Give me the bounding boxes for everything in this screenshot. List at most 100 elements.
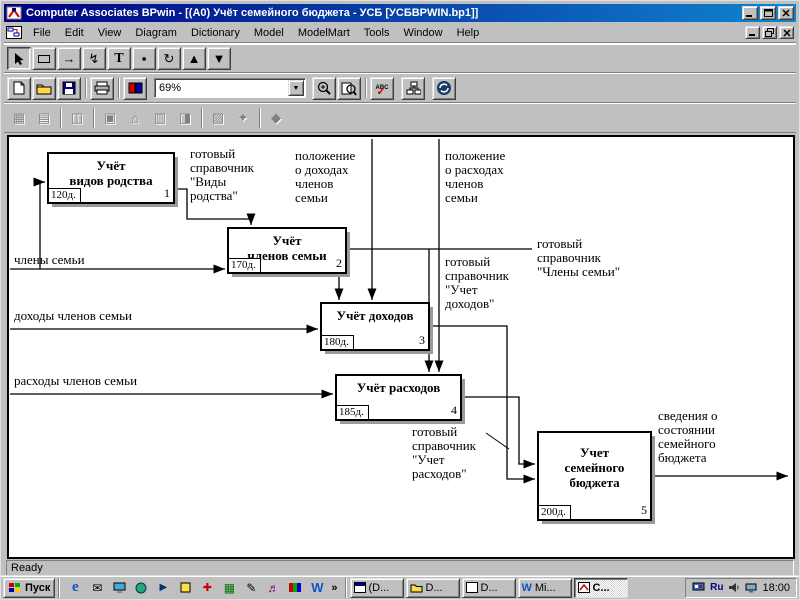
menu-bar: File Edit View Diagram Dictionary Model … [4, 23, 796, 43]
menu-edit[interactable]: Edit [58, 24, 91, 42]
quicklaunch-desktop-icon[interactable] [109, 578, 129, 597]
modelmart-tool-icon-7: ◨ [178, 110, 192, 125]
sync-arrows-icon [437, 81, 451, 95]
window-title: Computer Associates BPwin - [(A0) Учёт с… [26, 7, 479, 19]
activity-box-tool-button[interactable] [32, 47, 56, 70]
arrow-label-chleny-semyi[interactable]: члены семьи [14, 253, 85, 267]
task-button-2[interactable]: D... [405, 577, 460, 598]
activity-title: Учет семейного бюджета [564, 445, 625, 490]
menu-model[interactable]: Model [247, 24, 291, 42]
quicklaunch-paint-icon[interactable] [285, 578, 305, 597]
spell-check-icon: ABC ✓ [375, 85, 389, 98]
arrow-tool-button[interactable]: → [57, 47, 81, 70]
go-up-diagram-button[interactable]: ▲ [182, 47, 206, 70]
sync-model-button[interactable] [432, 76, 456, 100]
quicklaunch-plus-icon[interactable]: ✚ [197, 578, 217, 597]
dot-tool-button[interactable]: ▪ [132, 47, 156, 70]
pointer-icon [15, 52, 24, 65]
task-button-bpwin[interactable]: C... [573, 577, 628, 598]
activity-number: 4 [451, 403, 457, 417]
model-explorer-button[interactable] [401, 76, 425, 100]
arrow-label-spravochnik-rashody[interactable]: готовый справочник "Учет расходов" [412, 425, 476, 481]
window-maximize-button[interactable] [760, 6, 776, 20]
open-model-button[interactable] [32, 76, 56, 100]
application-window: Computer Associates BPwin - [(A0) Учёт с… [0, 0, 800, 600]
arrow-label-dohody[interactable]: доходы членов семьи [14, 309, 132, 323]
activity-box-2[interactable]: Учёт членов семьи 170д. 2 [227, 227, 347, 274]
quicklaunch-mail-icon[interactable]: ✉ [87, 578, 107, 597]
mdi-restore-button[interactable] [762, 26, 777, 39]
arrow-label-spravochnik-chleny[interactable]: готовый справочник "Члены семьи" [537, 237, 620, 279]
activity-box-4[interactable]: Учёт расходов 185д. 4 [335, 374, 462, 421]
report-button[interactable] [123, 76, 147, 100]
diagram-canvas[interactable]: Учёт видов родства 120д. 1 Учёт членов с… [7, 135, 795, 559]
language-indicator[interactable]: Ru [710, 582, 723, 593]
arrow-label-spravochnik-dohody[interactable]: готовый справочник "Учет доходов" [445, 255, 509, 311]
menu-view[interactable]: View [91, 24, 129, 42]
rotate-tool-button[interactable]: ↻ [157, 47, 181, 70]
taskbar-clock[interactable]: 18:00 [762, 582, 790, 594]
precedence-arrow-tool-button[interactable]: ↯ [82, 47, 106, 70]
go-down-diagram-button[interactable]: ▼ [207, 47, 231, 70]
save-model-button[interactable] [57, 76, 81, 100]
standard-toolbar: 69% ▼ ABC ✓ [4, 73, 796, 103]
dropdown-arrow-icon[interactable]: ▼ [288, 80, 304, 96]
start-button[interactable]: Пуск [3, 577, 56, 598]
activity-box-1[interactable]: Учёт видов родства 120д. 1 [47, 152, 175, 204]
windows-logo-icon [9, 582, 20, 592]
rotate-arrow-icon: ↻ [163, 50, 175, 66]
menu-tools[interactable]: Tools [357, 24, 397, 42]
new-model-button[interactable] [7, 76, 31, 100]
spell-check-button[interactable]: ABC ✓ [370, 76, 394, 100]
quick-launch-overflow-chevron[interactable]: » [329, 582, 339, 594]
zigzag-arrow-icon: ↯ [88, 50, 100, 66]
network-tray-icon[interactable] [692, 582, 705, 593]
arrow-label-polozhenie-rashody[interactable]: положение о расходах членов семьи [445, 149, 505, 205]
volume-icon[interactable] [728, 582, 740, 593]
magnifier-plus-icon [317, 81, 331, 95]
menu-dictionary[interactable]: Dictionary [184, 24, 247, 42]
window-close-button[interactable] [778, 6, 794, 20]
quicklaunch-ie-icon[interactable]: e [65, 578, 85, 597]
arrow-label-svedeniya[interactable]: сведения о состоянии семейного бюджета [658, 409, 717, 465]
arrow-label-vidy-rodstva[interactable]: готовый справочник "Виды родства" [190, 147, 254, 203]
activity-duration: 185д. [337, 405, 369, 419]
activity-box-5[interactable]: Учет семейного бюджета 200д. 5 [537, 431, 652, 521]
quicklaunch-media-icon[interactable]: ▶ [153, 578, 173, 597]
arrow-label-rashody[interactable]: расходы членов семьи [14, 374, 137, 388]
quicklaunch-sound-icon[interactable]: ♬ [263, 578, 283, 597]
quicklaunch-pencil-icon[interactable]: ✎ [241, 578, 261, 597]
menu-file[interactable]: File [26, 24, 58, 42]
mdi-close-button[interactable] [779, 26, 794, 39]
title-bar: Computer Associates BPwin - [(A0) Учёт с… [4, 4, 796, 22]
activity-box-3[interactable]: Учёт доходов 180д. 3 [320, 302, 430, 351]
arrow-label-polozhenie-dohody[interactable]: положение о доходах членов семьи [295, 149, 355, 205]
quicklaunch-notes-icon[interactable] [175, 578, 195, 597]
zoom-combobox[interactable]: 69% ▼ [154, 78, 306, 98]
mdi-minimize-button[interactable] [745, 26, 760, 39]
zoom-value: 69% [159, 82, 182, 94]
task-button-4[interactable]: W Mi... [517, 577, 572, 598]
menu-diagram[interactable]: Diagram [128, 24, 184, 42]
menu-help[interactable]: Help [450, 24, 487, 42]
diagram-window-icon[interactable] [6, 26, 22, 39]
display-tray-icon[interactable] [745, 583, 757, 593]
menu-modelmart[interactable]: ModelMart [291, 24, 357, 42]
activity-title: Учёт видов родства [69, 158, 153, 188]
pointer-tool-button[interactable] [7, 47, 31, 70]
quicklaunch-channels-icon[interactable] [131, 578, 151, 597]
print-button[interactable] [90, 76, 114, 100]
window-minimize-button[interactable] [742, 6, 758, 20]
modelmart-tool-icon-3: ◫ [70, 110, 84, 125]
zoom-in-button[interactable] [312, 76, 336, 100]
zoom-page-button[interactable] [337, 76, 361, 100]
menu-window[interactable]: Window [396, 24, 449, 42]
quicklaunch-word-icon[interactable]: W [307, 578, 327, 597]
task-button-3[interactable]: D... [461, 577, 516, 598]
triangle-up-icon: ▲ [187, 51, 201, 66]
quicklaunch-grid-icon[interactable]: ▦ [219, 578, 239, 597]
modelmart-toolbar: ▦ ▤ ◫ ▣ ⌂ ▥ ◨ ▨ ✦ ◆ [4, 103, 796, 133]
task-button-1[interactable]: (D... [349, 577, 404, 598]
modelmart-tool-icon-4: ▣ [103, 110, 117, 125]
text-tool-button[interactable]: T [107, 47, 131, 70]
